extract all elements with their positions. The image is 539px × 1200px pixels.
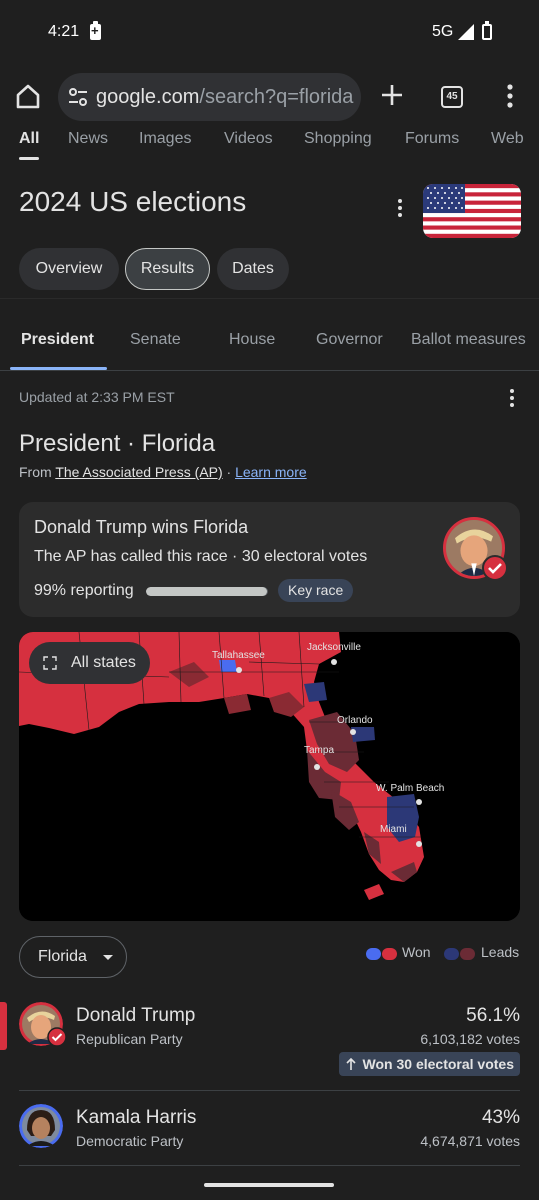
race-tab-president[interactable]: President <box>21 331 94 349</box>
search-tab-web[interactable]: Web <box>491 130 524 148</box>
candidate-name: Donald Trump <box>76 1005 196 1026</box>
race-tabs: President Senate House Governor Ballot m… <box>0 320 539 370</box>
learn-more-link[interactable]: Learn more <box>235 464 307 480</box>
chip-overview[interactable]: Overview <box>19 248 119 290</box>
city-label-tallahassee: Tallahassee <box>212 650 265 661</box>
reporting-progress-fill <box>146 587 267 596</box>
status-bar: 4:21 5G <box>0 0 539 62</box>
network-type: 5G <box>432 23 454 40</box>
candidate-votes: 6,103,182 votes <box>420 1031 520 1047</box>
source-separator: · <box>226 464 232 480</box>
browser-toolbar: google.com/search?q=florida 45 <box>0 62 539 130</box>
winner-marker <box>0 1002 7 1050</box>
candidate-divider <box>19 1165 520 1166</box>
source-prefix: From <box>19 464 52 480</box>
home-icon[interactable] <box>14 82 42 110</box>
search-tab-videos[interactable]: Videos <box>224 130 273 148</box>
topic-title: 2024 US elections <box>19 186 247 217</box>
chip-results[interactable]: Results <box>125 248 210 290</box>
reporting-text: 99% reporting <box>34 582 134 599</box>
winner-headline: Donald Trump wins Florida <box>34 517 249 537</box>
updated-time: Updated at 2:33 PM EST <box>19 389 175 405</box>
city-label-west-palm-beach: W. Palm Beach <box>376 783 445 794</box>
tab-switcher-button[interactable]: 45 <box>441 86 463 108</box>
signal-icon <box>458 24 474 40</box>
city-label-miami: Miami <box>380 824 407 835</box>
electoral-votes-badge: Won 30 electoral votes <box>338 1052 520 1076</box>
main-content: 2024 US elections Overview Results Dates… <box>0 160 539 1200</box>
arrow-up-icon <box>345 1057 356 1070</box>
search-tab-news[interactable]: News <box>68 130 108 148</box>
us-flag-image <box>423 184 521 238</box>
candidate-name: Kamala Harris <box>76 1107 197 1128</box>
reporting-progress-bar <box>146 587 268 596</box>
race-more-icon[interactable] <box>507 388 517 408</box>
chevron-down-icon <box>103 955 113 960</box>
candidate-divider <box>19 1090 520 1091</box>
candidate-votes: 4,674,871 votes <box>420 1133 520 1149</box>
state-dropdown[interactable]: Florida <box>19 936 127 978</box>
race-tab-house[interactable]: House <box>229 331 275 349</box>
source-link[interactable]: The Associated Press (AP) <box>55 464 222 480</box>
more-vert-icon[interactable] <box>503 82 517 110</box>
address-bar[interactable]: google.com/search?q=florida <box>58 73 361 121</box>
city-label-orlando: Orlando <box>337 715 373 726</box>
topic-more-icon[interactable] <box>395 198 405 218</box>
legend-leads-label: Leads <box>481 944 520 960</box>
section-divider <box>0 298 539 299</box>
candidate-party: Republican Party <box>76 1031 183 1047</box>
legend-won-swatch <box>366 948 397 960</box>
gesture-home-indicator[interactable] <box>204 1183 334 1187</box>
search-tab-all[interactable]: All <box>19 130 39 148</box>
site-settings-icon[interactable] <box>67 87 89 107</box>
electoral-votes-label: Won 30 electoral votes <box>362 1056 514 1072</box>
race-tab-ballot-measures[interactable]: Ballot measures <box>411 331 526 349</box>
expand-icon <box>43 656 57 670</box>
search-tab-forums[interactable]: Forums <box>405 130 459 148</box>
candidate-percent: 43% <box>481 1107 520 1128</box>
winner-card: Donald Trump wins Florida The AP has cal… <box>19 502 520 617</box>
url-host: google.com <box>96 86 200 108</box>
state-dropdown-value: Florida <box>38 948 87 965</box>
winner-check-small-icon <box>47 1027 67 1047</box>
harris-avatar <box>19 1104 63 1148</box>
battery-icon <box>482 21 492 40</box>
legend-won-label: Won <box>402 944 431 960</box>
city-label-jacksonville: Jacksonville <box>307 642 361 653</box>
race-tab-governor[interactable]: Governor <box>316 331 383 349</box>
key-race-badge[interactable]: Key race <box>278 579 354 602</box>
all-states-button[interactable]: All states <box>29 642 150 684</box>
new-tab-icon[interactable] <box>378 81 406 109</box>
url-path: /search?q=florida <box>199 86 354 108</box>
race-tabs-divider <box>0 370 539 371</box>
search-tab-images[interactable]: Images <box>139 130 191 148</box>
status-time: 4:21 <box>48 23 80 40</box>
search-tabs: All News Images Videos Shopping Forums W… <box>0 130 539 160</box>
legend-leads-swatch <box>444 948 475 960</box>
chip-dates[interactable]: Dates <box>217 248 289 290</box>
winner-subtitle: The AP has called this race · 30 elector… <box>34 548 368 565</box>
race-title: President · Florida <box>19 430 216 457</box>
url-text[interactable]: google.com/search?q=florida <box>96 86 353 109</box>
race-tab-senate[interactable]: Senate <box>130 331 181 349</box>
search-tab-shopping[interactable]: Shopping <box>304 130 372 148</box>
city-label-tampa: Tampa <box>304 745 335 756</box>
results-map[interactable]: Tallahassee Jacksonville Orlando Tampa W… <box>19 632 520 921</box>
candidate-party: Democratic Party <box>76 1133 184 1149</box>
battery-charging-icon <box>90 21 101 40</box>
winner-check-icon <box>482 555 508 581</box>
all-states-label: All states <box>71 654 136 671</box>
source-line: From The Associated Press (AP) · Learn m… <box>19 464 307 480</box>
candidate-percent: 56.1% <box>466 1005 520 1026</box>
